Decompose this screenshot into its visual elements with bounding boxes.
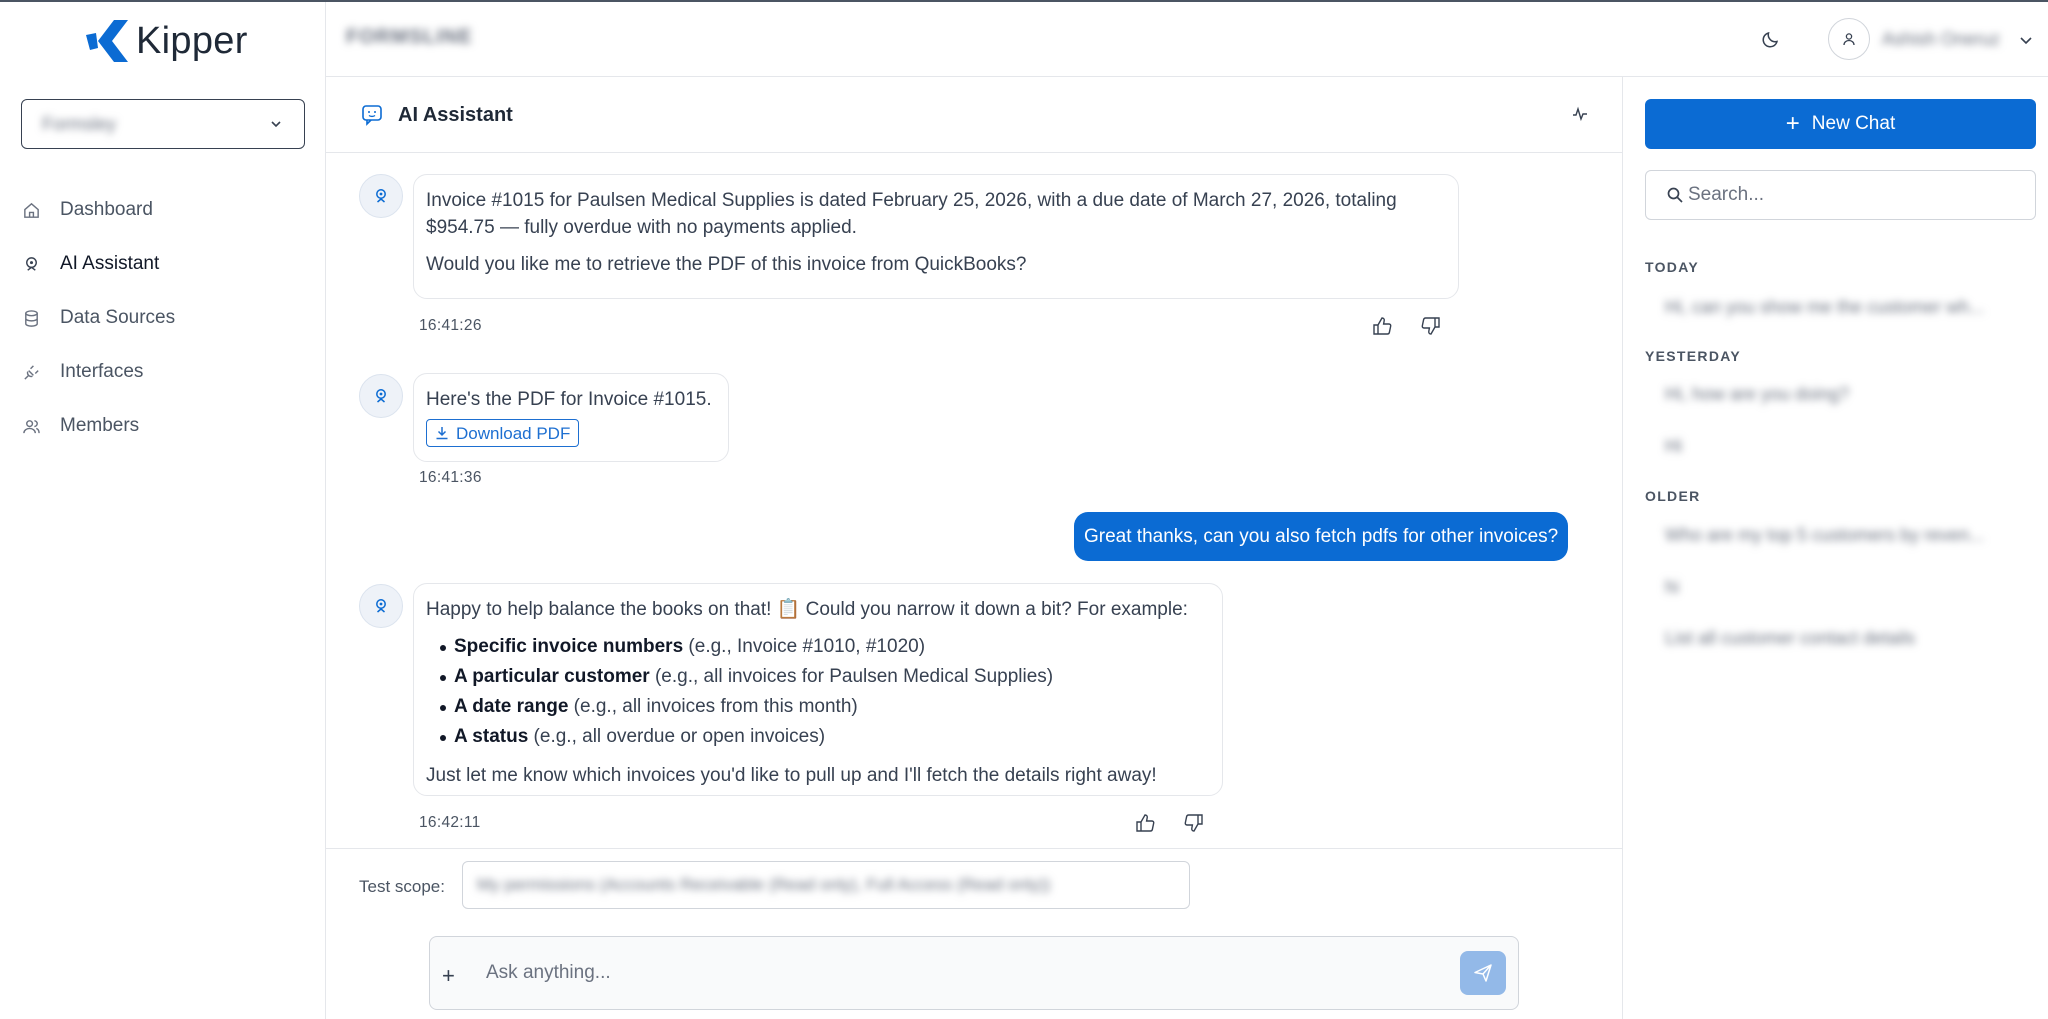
new-chat-label: New Chat bbox=[1811, 113, 1896, 134]
bot-avatar bbox=[359, 374, 403, 418]
page-breadcrumb: FORMSLINE bbox=[346, 26, 473, 48]
bot-icon bbox=[376, 599, 386, 613]
sidebar-item-dashboard[interactable]: Dashboard bbox=[0, 183, 326, 237]
history-item[interactable]: Hi, how are you doing? bbox=[1665, 384, 1849, 405]
moon-icon[interactable] bbox=[1760, 28, 1782, 50]
sidebar-item-members[interactable]: Members bbox=[0, 399, 326, 453]
sidebar-item-label: Interfaces bbox=[60, 361, 144, 382]
download-icon bbox=[436, 427, 448, 440]
download-pdf-button[interactable]: Download PDF bbox=[426, 419, 580, 447]
list-item-detail: (e.g., all invoices from this month) bbox=[568, 696, 858, 717]
plus-icon: + bbox=[1785, 110, 1800, 137]
message-text: Just let me know which invoices you'd li… bbox=[426, 765, 1157, 786]
history-item[interactable]: Who are my top 5 customers by reven... bbox=[1665, 525, 1984, 546]
list-item-title: A particular customer bbox=[454, 666, 650, 687]
new-chat-button[interactable]: + New Chat bbox=[1645, 99, 2036, 149]
user-name[interactable]: Ashish Oneruz bbox=[1882, 29, 2000, 50]
chevron-down-icon[interactable] bbox=[2018, 32, 2034, 48]
chat-title: AI Assistant bbox=[398, 104, 513, 126]
chevron-down-icon bbox=[271, 121, 281, 128]
message-text: Would you like me to retrieve the PDF of… bbox=[426, 254, 1027, 275]
history-search bbox=[1645, 170, 2036, 220]
history-search-input[interactable] bbox=[1688, 184, 2028, 206]
message-timestamp: 16:41:36 bbox=[419, 469, 482, 486]
list-item-detail: (e.g., Invoice #1010, #1020) bbox=[683, 636, 926, 657]
history-item[interactable]: Hi, can you show me the customer wh... bbox=[1665, 297, 1984, 318]
history-section-yesterday: YESTERDAY bbox=[1645, 348, 1741, 364]
app-logo[interactable]: Kipper bbox=[84, 18, 248, 64]
bot-icon bbox=[26, 256, 37, 271]
list-item: A status (e.g., all overdue or open invo… bbox=[426, 722, 1210, 752]
message-text: Invoice #1015 for Paulsen Medical Suppli… bbox=[426, 190, 1397, 238]
chat-history-panel: + New Chat TODAY Hi, can you show me the… bbox=[1623, 77, 2048, 1019]
send-icon bbox=[1474, 964, 1492, 982]
workspace-select[interactable]: Formsley bbox=[21, 99, 305, 149]
top-header: FORMSLINE Ashish Oneruz bbox=[326, 2, 2048, 77]
send-button[interactable] bbox=[1460, 951, 1506, 995]
assistant-message: Invoice #1015 for Paulsen Medical Suppli… bbox=[413, 174, 1459, 299]
bot-avatar bbox=[359, 584, 403, 628]
app-name: Kipper bbox=[136, 19, 248, 62]
message-timestamp: 16:41:26 bbox=[419, 317, 482, 334]
message-text: Great thanks, can you also fetch pdfs fo… bbox=[1084, 525, 1559, 547]
list-item-title: Specific invoice numbers bbox=[454, 636, 684, 657]
suggestion-list: Specific invoice numbers (e.g., Invoice … bbox=[426, 632, 1210, 752]
message-input[interactable] bbox=[486, 951, 1446, 995]
test-scope-select[interactable]: My permissions (Accounts Receivable (Rea… bbox=[462, 861, 1190, 909]
assistant-message: Happy to help balance the books on that!… bbox=[413, 583, 1223, 796]
user-avatar[interactable] bbox=[1828, 18, 1870, 60]
kipper-logo-icon bbox=[86, 20, 128, 62]
chat-panel: AI Assistant Invoice #1015 for Paulsen M… bbox=[326, 77, 1623, 1019]
sidebar-item-label: AI Assistant bbox=[60, 253, 160, 274]
list-item: A date range (e.g., all invoices from th… bbox=[426, 692, 1210, 722]
history-section-today: TODAY bbox=[1645, 259, 1699, 275]
message-text: Happy to help balance the books on that!… bbox=[426, 599, 1188, 620]
test-scope-label: Test scope: bbox=[359, 877, 445, 896]
download-pdf-label: Download PDF bbox=[456, 423, 571, 443]
list-item-title: A status bbox=[454, 726, 529, 747]
message-timestamp: 16:42:11 bbox=[419, 814, 481, 831]
bot-avatar bbox=[359, 174, 403, 218]
list-item: A particular customer (e.g., all invoice… bbox=[426, 662, 1210, 692]
sidebar: Kipper Formsley Dashboard AI Assistant D… bbox=[0, 2, 326, 1019]
user-icon bbox=[1843, 33, 1855, 46]
sidebar-nav: Dashboard AI Assistant Data Sources Inte… bbox=[0, 183, 326, 453]
thumbs-up-icon[interactable] bbox=[1371, 315, 1393, 337]
list-item-title: A date range bbox=[454, 696, 569, 717]
home-icon bbox=[24, 202, 39, 218]
test-scope-value: My permissions (Accounts Receivable (Rea… bbox=[477, 875, 1051, 894]
thumbs-down-icon[interactable] bbox=[1420, 315, 1442, 337]
activity-icon[interactable] bbox=[1571, 105, 1589, 123]
database-icon bbox=[25, 309, 38, 327]
list-item-detail: (e.g., all overdue or open invoices) bbox=[528, 726, 826, 747]
sidebar-item-label: Data Sources bbox=[60, 307, 176, 328]
chat-header: AI Assistant bbox=[326, 77, 1623, 153]
workspace-name: Formsley bbox=[42, 113, 117, 134]
attach-plus-icon[interactable]: + bbox=[442, 963, 455, 989]
user-message: Great thanks, can you also fetch pdfs fo… bbox=[1074, 512, 1569, 561]
thumbs-down-icon[interactable] bbox=[1183, 812, 1205, 834]
chat-bot-icon bbox=[362, 105, 382, 126]
sidebar-item-data-sources[interactable]: Data Sources bbox=[0, 291, 326, 345]
users-icon bbox=[23, 419, 40, 433]
sidebar-item-ai-assistant[interactable]: AI Assistant bbox=[0, 237, 326, 291]
history-item[interactable]: hi bbox=[1665, 577, 1679, 598]
bot-icon bbox=[376, 189, 386, 203]
history-item[interactable]: Hi bbox=[1665, 436, 1682, 457]
history-section-older: OLDER bbox=[1645, 488, 1701, 504]
composer-area: Test scope: My permissions (Accounts Rec… bbox=[326, 848, 1623, 1019]
sidebar-item-interfaces[interactable]: Interfaces bbox=[0, 345, 326, 399]
message-composer: + bbox=[429, 936, 1519, 1010]
assistant-message: Here's the PDF for Invoice #1015. Downlo… bbox=[413, 373, 729, 462]
sidebar-item-label: Dashboard bbox=[60, 199, 153, 220]
bot-icon bbox=[376, 389, 386, 403]
history-item[interactable]: List all customer contact details bbox=[1665, 628, 1915, 649]
thumbs-up-icon[interactable] bbox=[1134, 812, 1156, 834]
list-item-detail: (e.g., all invoices for Paulsen Medical … bbox=[649, 666, 1054, 687]
search-icon bbox=[1667, 187, 1683, 203]
list-item: Specific invoice numbers (e.g., Invoice … bbox=[426, 632, 1210, 662]
sidebar-item-label: Members bbox=[60, 415, 140, 436]
plug-icon bbox=[24, 364, 39, 380]
message-text: Here's the PDF for Invoice #1015. bbox=[426, 389, 712, 410]
